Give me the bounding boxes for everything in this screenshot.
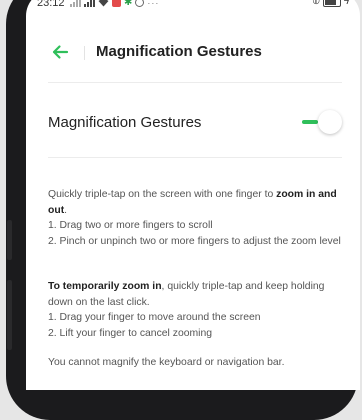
status-bar: 23:12 ✱ ··· ⦶ ϟ [26, 0, 360, 18]
back-arrow-icon[interactable] [50, 42, 70, 62]
wifi-icon [98, 0, 109, 7]
magnification-toggle[interactable] [298, 110, 342, 134]
description-paragraph-2: To temporarily zoom in, quickly triple-t… [48, 279, 342, 341]
description-list-item: 2. Pinch or unpinch two or more fingers … [48, 235, 341, 247]
more-notifications-icon: ··· [147, 0, 160, 8]
description-paragraph-1: Quickly triple-tap on the screen with on… [48, 187, 342, 249]
magnification-setting-row[interactable]: Magnification Gestures [48, 102, 342, 144]
charging-icon: ϟ [343, 0, 349, 7]
description-list-item: 1. Drag two or more fingers to scroll [48, 220, 213, 231]
screen: 23:12 ✱ ··· ⦶ ϟ Magnification Gestures M… [26, 0, 360, 390]
app-notification-icon-green: ✱ [124, 0, 133, 8]
status-icons-left: ✱ ··· [70, 0, 159, 8]
volume-button [7, 220, 12, 260]
status-icons-right: ⦶ ϟ [312, 0, 349, 7]
row-divider [48, 157, 342, 158]
vibrate-icon: ⦶ [312, 0, 320, 7]
page-title: Magnification Gestures [96, 43, 262, 60]
app-notification-icon [112, 0, 121, 7]
battery-icon [322, 0, 341, 7]
status-time: 23:12 [37, 0, 65, 9]
description-line: Quickly triple-tap on the screen with on… [48, 189, 337, 216]
header-divider [48, 82, 342, 83]
toggle-knob [318, 110, 342, 134]
setting-label: Magnification Gestures [48, 114, 202, 131]
circle-notification-icon [135, 0, 145, 7]
description-list-item: 1. Drag your finger to move around the s… [48, 312, 261, 323]
description-paragraph-3: You cannot magnify the keyboard or navig… [48, 357, 285, 368]
side-button [7, 280, 12, 350]
app-header: Magnification Gestures [26, 36, 360, 76]
header-separator [84, 46, 85, 60]
signal-icon-secondary [70, 0, 81, 7]
description-list-item: 2. Lift your finger to cancel zooming [48, 327, 213, 339]
toggle-track [302, 120, 318, 124]
phone-frame: 23:12 ✱ ··· ⦶ ϟ Magnification Gestures M… [6, 0, 360, 420]
description-line: To temporarily zoom in, quickly triple-t… [48, 281, 325, 308]
signal-icon [84, 0, 95, 7]
